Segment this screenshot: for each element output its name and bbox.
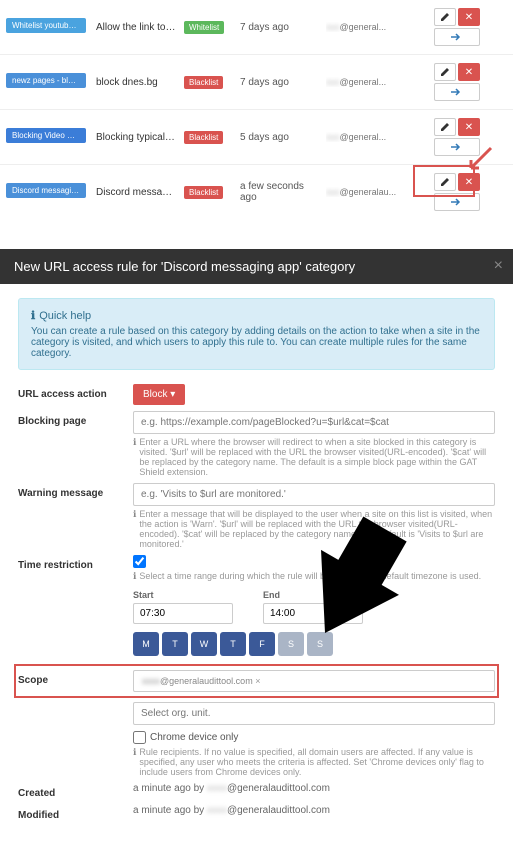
delete-button[interactable]: ✕ xyxy=(458,8,480,26)
delete-button[interactable]: ✕ xyxy=(458,63,480,81)
help-body: You can create a rule based on this cate… xyxy=(31,326,482,359)
category-badge[interactable]: Whitelist youtube.com/ xyxy=(6,18,86,33)
scope-hint: Rule recipients. If no value is specifie… xyxy=(133,747,495,777)
type-badge: Whitelist xyxy=(184,21,224,34)
day-wed[interactable]: W xyxy=(191,632,217,656)
type-badge: Blacklist xyxy=(184,76,223,89)
edit-button[interactable] xyxy=(434,8,456,26)
rule-user: xxx@general... xyxy=(326,77,416,87)
rule-time: 7 days ago xyxy=(240,22,318,33)
day-mon[interactable]: M xyxy=(133,632,159,656)
day-tue[interactable]: T xyxy=(162,632,188,656)
highlight-box-arrow-button xyxy=(413,165,475,197)
quick-help-box: Quick help You can create a rule based o… xyxy=(18,298,495,370)
row-blocking-page: Blocking page Enter a URL where the brow… xyxy=(18,411,495,477)
org-unit-input[interactable] xyxy=(133,702,495,725)
category-badge[interactable]: newz pages - block xyxy=(6,73,86,88)
category-badge[interactable]: Blocking Video Sites xyxy=(6,128,86,143)
arrow-button[interactable] xyxy=(434,83,480,101)
scope-tag[interactable]: xxxx@generalaudittool.com xyxy=(137,674,265,688)
label-modified: Modified xyxy=(18,805,133,821)
time-restriction-checkbox[interactable] xyxy=(133,555,146,568)
rule-user: xxx@general... xyxy=(326,22,416,32)
rule-description: Allow the link to b... xyxy=(96,22,176,33)
row-org-unit: Chrome device only Rule recipients. If n… xyxy=(18,702,495,777)
edit-button[interactable] xyxy=(434,63,456,81)
table-row: Whitelist youtube.com/ Allow the link to… xyxy=(0,0,513,55)
start-time-input[interactable] xyxy=(133,603,233,624)
table-row: Blocking Video Sites Blocking typical vi… xyxy=(0,110,513,165)
chrome-only-checkbox[interactable] xyxy=(133,731,146,744)
type-badge: Blacklist xyxy=(184,131,223,144)
big-annotation-arrow xyxy=(270,516,410,646)
help-title: Quick help xyxy=(31,309,482,322)
label-scope: Scope xyxy=(18,670,133,686)
row-scope: Scope xxxx@generalaudittool.com xyxy=(14,664,499,698)
arrow-button[interactable] xyxy=(434,28,480,46)
rule-description: Blocking typical vi... xyxy=(96,132,176,143)
label-time-restriction: Time restriction xyxy=(18,555,133,571)
scope-input[interactable]: xxxx@generalaudittool.com xyxy=(133,670,495,692)
table-row: newz pages - block block dnes.bg Blackli… xyxy=(0,55,513,110)
row-warning: Warning message Enter a message that wil… xyxy=(18,483,495,549)
blocking-page-input[interactable] xyxy=(133,411,495,434)
rule-time: 5 days ago xyxy=(240,132,318,143)
rule-user: xxx@generalau... xyxy=(326,187,416,197)
label-url-action: URL access action xyxy=(18,384,133,400)
row-url-action: URL access action Block xyxy=(18,384,495,405)
row-modified: Modified a minute ago by xxxx@generalaud… xyxy=(18,805,495,821)
modal-body: Quick help You can create a rule based o… xyxy=(0,284,513,841)
row-time-restriction: Time restriction Select a time range dur… xyxy=(18,555,495,582)
modal: New URL access rule for 'Discord messagi… xyxy=(0,249,513,841)
action-dropdown[interactable]: Block xyxy=(133,384,185,405)
rules-table-section: Whitelist youtube.com/ Allow the link to… xyxy=(0,0,513,249)
close-icon[interactable]: × xyxy=(494,257,503,275)
category-badge[interactable]: Discord messaging ... xyxy=(6,183,86,198)
rule-description: Discord messagi... xyxy=(96,187,176,198)
warning-input[interactable] xyxy=(133,483,495,506)
rule-time: a few seconds ago xyxy=(240,181,318,203)
blocking-hint: Enter a URL where the browser will redir… xyxy=(133,437,495,477)
label-created: Created xyxy=(18,783,133,799)
rule-user: xxx@general... xyxy=(326,132,416,142)
rule-time: 7 days ago xyxy=(240,77,318,88)
label-start: Start xyxy=(133,590,233,600)
label-warning: Warning message xyxy=(18,483,133,499)
edit-button[interactable] xyxy=(434,118,456,136)
chrome-only-label: Chrome device only xyxy=(150,732,238,743)
row-created: Created a minute ago by xxxx@generalaudi… xyxy=(18,783,495,799)
rule-description: block dnes.bg xyxy=(96,77,176,88)
modal-header: New URL access rule for 'Discord messagi… xyxy=(0,249,513,284)
type-badge: Blacklist xyxy=(184,186,223,199)
label-blocking-page: Blocking page xyxy=(18,411,133,427)
modal-title: New URL access rule for 'Discord messagi… xyxy=(14,259,355,274)
delete-button[interactable]: ✕ xyxy=(458,118,480,136)
day-thu[interactable]: T xyxy=(220,632,246,656)
